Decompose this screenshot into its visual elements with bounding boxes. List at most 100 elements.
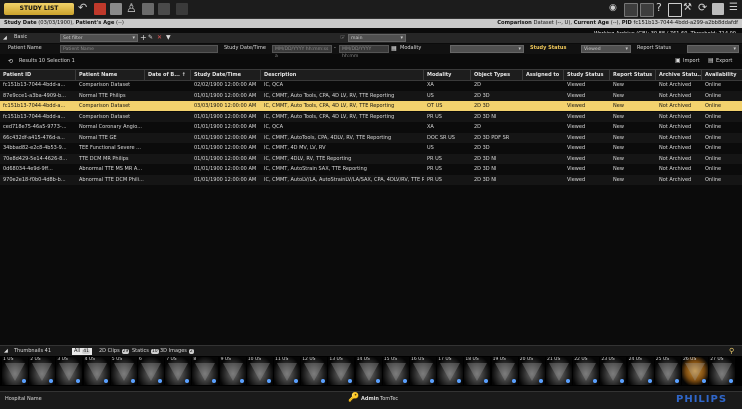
thumbnail-item[interactable]: 27 US — [709, 357, 736, 385]
thumbnail-item[interactable]: 8 — [192, 357, 219, 385]
thumbnail-item[interactable]: 1 US — [2, 357, 28, 385]
col-report-status[interactable]: Report Status — [610, 70, 656, 80]
date-to-input[interactable]: MM/DD/YYYY hh:mm — [339, 45, 389, 59]
tab-3d-images[interactable]: 3D Images 2 — [158, 348, 196, 355]
thumbnail-item[interactable]: 24 US — [627, 357, 654, 385]
tools-icon[interactable]: ⚒ — [683, 1, 692, 15]
study-icon[interactable] — [142, 3, 154, 15]
col-archive-status[interactable]: Archive Statu... — [656, 70, 702, 80]
cell-report-status: New — [613, 103, 624, 109]
export-file-icon[interactable]: ▤ — [708, 57, 714, 64]
thumbnail-item[interactable]: 13 US — [328, 357, 355, 385]
user-name[interactable]: Admin — [361, 396, 379, 402]
col-object-types[interactable]: Object Types — [471, 70, 523, 80]
col-description[interactable]: Description — [261, 70, 424, 80]
clip-indicator-icon — [239, 379, 244, 383]
pin-icon[interactable]: ⚲ — [729, 347, 734, 355]
study-list-button[interactable]: STUDY LIST — [4, 3, 74, 15]
col-availability[interactable]: Availability — [702, 70, 742, 80]
sync-icon[interactable]: ⟳ — [698, 1, 707, 15]
table-row[interactable]: 66c432df-a415-476d-a... Normal TTE GE 01/0… — [0, 132, 742, 143]
thumbnail-item[interactable]: 22 US — [573, 357, 600, 385]
patient-info-bar: Study Date (03/03/1900), Patient's Age (… — [0, 19, 742, 28]
cell-study-datetime: 01/01/1900 12:00:00 AM — [194, 145, 257, 151]
funnel-icon[interactable]: ▼ — [166, 34, 171, 41]
menu-icon[interactable]: ☰ — [729, 1, 738, 15]
thumbnail-item[interactable]: 4 US — [83, 357, 110, 385]
layout-icon[interactable] — [640, 3, 654, 17]
import-button[interactable]: Import — [683, 58, 700, 64]
fullscreen-icon[interactable] — [668, 3, 682, 17]
thumbnail-item[interactable]: 25 US — [654, 357, 681, 385]
refresh-icon[interactable]: ⟲ — [8, 58, 13, 65]
patient-name-label: Patient Name — [8, 45, 42, 51]
col-study-datetime[interactable]: Study Date/Time — [191, 70, 261, 80]
grid-icon[interactable] — [624, 3, 638, 17]
thumbnail-item[interactable]: 21 US — [546, 357, 572, 385]
table-row[interactable]: fc151b13-7044-4bdd-a... Comparison Datase… — [0, 111, 742, 122]
table-row[interactable]: ced718e75-46a5-9773-... Normal Coronary A… — [0, 122, 742, 132]
table-row[interactable]: 87e9cce1-a3ba-4909-b... Normal TTE Philip… — [0, 90, 742, 101]
thumbnail-item[interactable]: 26 US — [682, 357, 708, 385]
tab-all[interactable]: All 41 — [72, 348, 92, 355]
thumbnail-item[interactable]: 10 US — [246, 357, 273, 385]
col-study-status[interactable]: Study Status — [564, 70, 610, 80]
thumbnail-item[interactable]: 6 — [138, 357, 164, 385]
study-status-select[interactable]: Viewed — [581, 45, 631, 53]
col-date-of-birth[interactable]: Date of B... ↑ — [145, 70, 191, 80]
table-row[interactable]: fc151b13-7044-4bdd-a... Comparison Datase… — [0, 101, 742, 111]
collapse-thumbnails-icon[interactable]: ◢ — [4, 348, 8, 354]
thumbnail-item[interactable]: 15 US — [382, 357, 409, 385]
edit-filter-icon[interactable]: ✎ — [148, 34, 153, 41]
eye-icon[interactable]: ◉ — [609, 1, 617, 15]
tab-2d-clips[interactable]: 2D Clips 29 — [97, 348, 131, 355]
thumbnail-item[interactable]: 9 US — [219, 357, 246, 385]
thumbnail-item[interactable]: 5 US — [110, 357, 137, 385]
thumbnail-item[interactable]: 14 US — [355, 357, 382, 385]
add-filter-icon[interactable]: + — [140, 33, 147, 42]
export-button[interactable]: Export — [716, 58, 732, 64]
date-from-input[interactable]: MM/DD/YYYY hh:mm:ss a — [272, 45, 332, 59]
report-status-select[interactable] — [687, 45, 739, 53]
table-row[interactable]: 70e8d429-5e14-4626-8... TTE DCM MR Philip… — [0, 153, 742, 164]
thumbnail-item[interactable]: 23 US — [600, 357, 627, 385]
table-row[interactable]: 970e2e18-f0b0-4d8b-b... Abnormal TTE DCM … — [0, 174, 742, 185]
export-icon[interactable]: ♙ — [126, 1, 137, 15]
thumbnail-item[interactable]: 20 US — [518, 357, 545, 385]
table-row[interactable]: 34bbad82-e2c8-4b53-9... TEE Functional Se… — [0, 143, 742, 153]
thumbnail-item[interactable]: 19 US — [491, 357, 518, 385]
thumbnail-item[interactable]: 18 US — [464, 357, 491, 385]
delete-icon[interactable] — [94, 3, 106, 15]
modality-select[interactable] — [450, 45, 524, 53]
pid-value: fc151b13-7044-4bdd-a299-a2bb8ddafdf — [631, 20, 738, 26]
tab-statics[interactable]: Statics 10 — [130, 348, 161, 355]
table-row[interactable]: fc151b13-7044-4bdd-a... Comparison Datase… — [0, 80, 742, 90]
thumbnail-item[interactable]: 3 US — [56, 357, 83, 385]
clear-filter-icon[interactable]: ✕ — [157, 34, 162, 41]
col-assigned-to[interactable]: Assigned to — [523, 70, 564, 80]
import-icon[interactable]: ▣ — [675, 57, 681, 64]
undo-icon[interactable]: ↶ — [78, 1, 87, 15]
patient-name-input[interactable]: Patient Name — [60, 45, 218, 53]
window-small-icon[interactable] — [176, 3, 188, 15]
user-icon[interactable] — [110, 3, 122, 15]
cell-archive-status: Not Archived — [659, 92, 692, 99]
thumbnail-item[interactable]: 17 US — [437, 357, 464, 385]
col-patient-id[interactable]: Patient ID — [0, 70, 76, 80]
thumbnail-item[interactable]: 2 US — [29, 357, 56, 385]
main-select[interactable]: main — [348, 34, 406, 42]
filter-select[interactable]: Set filter — [60, 34, 138, 42]
calendar-icon[interactable]: ▦ — [391, 45, 397, 52]
collapse-icon[interactable]: ◢ — [3, 35, 7, 41]
print-icon[interactable] — [158, 3, 170, 15]
ultrasound-image — [657, 363, 678, 381]
col-patient-name[interactable]: Patient Name — [76, 70, 145, 80]
thumbnail-item[interactable]: 7 US — [165, 357, 192, 385]
thumbnail-item[interactable]: 16 US — [410, 357, 436, 385]
col-modality[interactable]: Modality — [424, 70, 471, 80]
help-icon[interactable]: ? — [656, 1, 662, 15]
window-icon[interactable] — [712, 3, 724, 15]
thumbnail-item[interactable]: 12 US — [301, 357, 328, 385]
thumbnail-item[interactable]: 11 US — [274, 357, 300, 385]
table-row[interactable]: 0d68034-4e9d-9ff... Abnormal TTE MS MR A.… — [0, 164, 742, 174]
